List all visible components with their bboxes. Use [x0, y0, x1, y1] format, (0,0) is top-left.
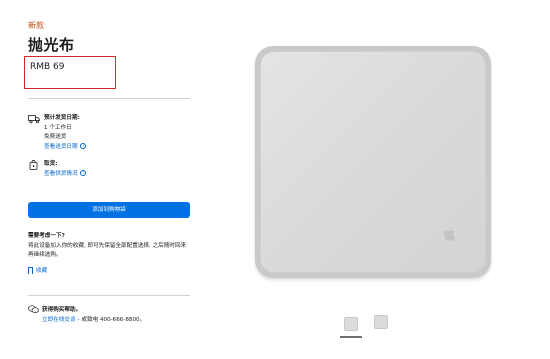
chat-bubble-icon	[28, 305, 39, 314]
active-thumbnail-indicator	[340, 336, 362, 338]
product-price: RMB 69	[30, 62, 65, 72]
thumbnail-1[interactable]	[342, 315, 360, 333]
chevron-right-circle-icon: ›	[80, 170, 87, 176]
chevron-right-circle-icon: ›	[80, 143, 87, 149]
consider-section: 需要考虑一下? 将此设备加入你的收藏, 即可先保留全部配置选择, 之后随时回来再…	[28, 232, 190, 261]
check-availability-label: 查看供货情况	[44, 170, 78, 177]
price-highlight-box	[24, 56, 116, 89]
consider-body: 将此设备加入你的收藏, 即可先保留全部配置选择, 之后随时回来再继续选购。	[28, 242, 187, 259]
check-availability-link[interactable]: 查看供货情况 ›	[44, 170, 194, 180]
check-delivery-link[interactable]: 查看送货日期 ›	[44, 143, 194, 153]
consider-heading: 需要考虑一下?	[28, 233, 65, 239]
thumbnail-2[interactable]	[372, 313, 390, 331]
chevron-right-icon: ›	[77, 317, 80, 323]
bookmark-icon	[28, 267, 33, 274]
phone-text: 或致电 400-666-8800。	[81, 317, 146, 323]
truck-icon	[28, 115, 40, 124]
delivery-heading: 预计发货日期:	[44, 115, 80, 121]
add-to-bag-button[interactable]: 添加到购物袋	[28, 202, 190, 218]
divider	[28, 98, 190, 99]
product-image	[255, 46, 491, 278]
delivery-shipping: 免费送货	[44, 134, 67, 140]
help-contact: 立即在线交谈 › 或致电 400-666-8800。	[42, 315, 202, 325]
delivery-eta: 1 个工作日	[44, 124, 72, 131]
new-badge: 新款	[28, 21, 44, 30]
store-bag-icon	[29, 160, 38, 170]
thumbnail-gallery	[340, 311, 396, 341]
apple-logo	[443, 227, 456, 242]
check-delivery-label: 查看送货日期	[44, 143, 78, 150]
chat-now-label: 立即在线交谈	[42, 317, 76, 323]
save-link[interactable]: 收藏	[28, 266, 47, 274]
polishing-cloth	[260, 51, 486, 273]
pickup-heading: 取货:	[44, 161, 58, 167]
chat-now-link[interactable]: 立即在线交谈 ›	[42, 317, 80, 323]
save-label: 收藏	[36, 268, 48, 274]
divider	[28, 295, 190, 296]
help-heading: 获得购买帮助。	[42, 307, 82, 313]
product-title: 抛光布	[28, 36, 75, 54]
